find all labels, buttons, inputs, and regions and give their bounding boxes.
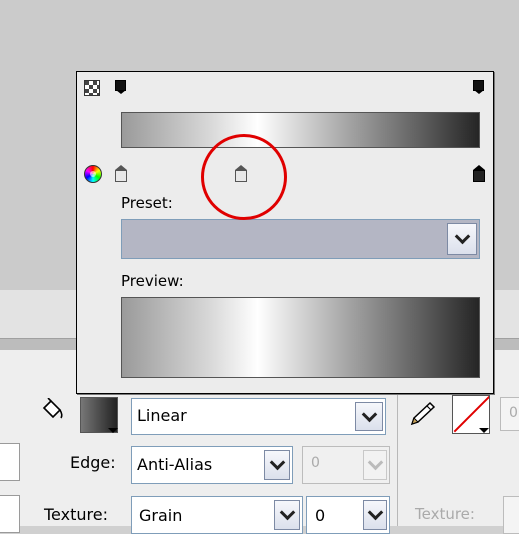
stroke-amount-field[interactable]: 0: [500, 397, 519, 431]
top-gradient-stop-right[interactable]: [473, 80, 484, 94]
gradient-stop-left[interactable]: [115, 165, 128, 183]
texture-value: Grain: [139, 506, 183, 525]
preview-label: Preview:: [121, 272, 184, 290]
stroke-texture-field: [503, 496, 519, 534]
fill-type-dropdown-button[interactable]: [355, 402, 383, 431]
texture-amount-value: 0: [315, 506, 326, 525]
gradient-bar[interactable]: [121, 112, 480, 148]
top-gradient-stop-left[interactable]: [115, 80, 126, 94]
texture-dropdown[interactable]: Grain: [131, 496, 303, 534]
left-input-field[interactable]: [0, 443, 20, 481]
edge-amount-dropdown-button: [363, 450, 387, 480]
edge-dropdown[interactable]: Anti-Alias: [131, 446, 293, 484]
color-wheel-icon[interactable]: [84, 165, 102, 183]
chevron-down-icon: [279, 504, 295, 521]
chevron-down-icon: [361, 406, 377, 422]
stroke-texture-label: Texture:: [415, 505, 475, 523]
edge-dropdown-button[interactable]: [264, 450, 290, 480]
paint-bucket-icon[interactable]: [40, 398, 64, 424]
chevron-down-icon: [454, 228, 470, 245]
stroke-color-swatch[interactable]: [452, 395, 490, 434]
chevron-down-icon: [367, 504, 383, 521]
gradient-editor-popup: Preset: Preview:: [76, 71, 494, 394]
fill-type-value: Linear: [137, 406, 187, 425]
chevron-down-icon: [367, 454, 383, 471]
checker-icon[interactable]: [84, 80, 100, 96]
vertical-separator: [397, 395, 398, 526]
edge-label: Edge:: [70, 453, 116, 472]
gradient-stop-right[interactable]: [473, 165, 486, 183]
highlight-circle: [201, 134, 287, 220]
preset-dropdown-button[interactable]: [447, 223, 477, 255]
preset-label: Preset:: [121, 194, 173, 212]
chevron-down-icon: [269, 454, 285, 471]
texture-amount-dropdown[interactable]: 0: [306, 496, 390, 534]
edge-amount-value: 0: [311, 455, 320, 471]
preset-dropdown[interactable]: [121, 219, 480, 259]
texture-label: Texture:: [44, 505, 108, 524]
gradient-preview: [121, 297, 480, 378]
left-input-field[interactable]: [0, 495, 20, 533]
fill-type-dropdown[interactable]: Linear: [131, 398, 386, 435]
edge-amount-dropdown: 0: [302, 446, 390, 484]
pencil-icon[interactable]: [408, 400, 438, 428]
edge-value: Anti-Alias: [137, 455, 213, 474]
fill-color-swatch[interactable]: [80, 397, 118, 433]
